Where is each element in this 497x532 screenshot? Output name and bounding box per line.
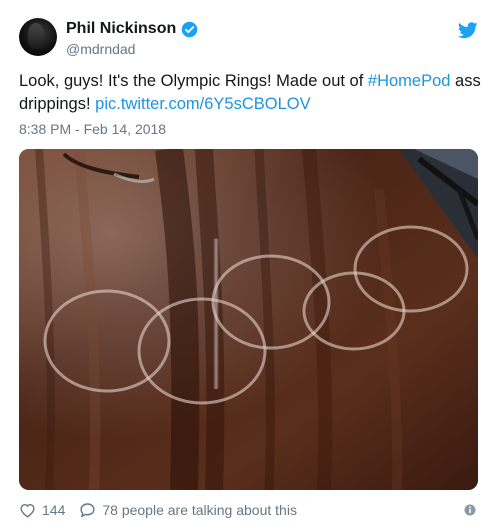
- tweet-actions: 144 78 people are talking about this: [19, 500, 297, 520]
- verified-badge-icon: [181, 21, 198, 37]
- tweet-text-prefix: Look, guys! It's the Olympic Rings! Made…: [19, 72, 368, 90]
- twitter-bird-icon[interactable]: [458, 22, 478, 39]
- talking-about-link[interactable]: 78 people are talking about this: [102, 502, 297, 518]
- embedded-tweet: Phil Nickinson @mdrndad Look, guys! It's…: [0, 0, 497, 532]
- author-handle[interactable]: @mdrndad: [66, 40, 135, 58]
- author-name[interactable]: Phil Nickinson: [66, 19, 176, 39]
- author-row: Phil Nickinson: [66, 19, 198, 39]
- comment-bubble-icon[interactable]: [79, 502, 96, 518]
- avatar-silhouette: [28, 23, 44, 49]
- tweet-timestamp[interactable]: 8:38 PM - Feb 14, 2018: [19, 120, 166, 138]
- pic-link[interactable]: pic.twitter.com/6Y5sCBOLOV: [95, 95, 311, 113]
- tweet-photo[interactable]: [19, 149, 478, 490]
- wood-table-rings-image: [19, 149, 478, 490]
- tweet-text: Look, guys! It's the Olympic Rings! Made…: [19, 70, 481, 116]
- like-count[interactable]: 144: [42, 502, 65, 518]
- info-icon[interactable]: [464, 504, 476, 516]
- heart-icon[interactable]: [19, 502, 36, 518]
- avatar[interactable]: [19, 18, 57, 56]
- hashtag-link[interactable]: #HomePod: [368, 72, 451, 90]
